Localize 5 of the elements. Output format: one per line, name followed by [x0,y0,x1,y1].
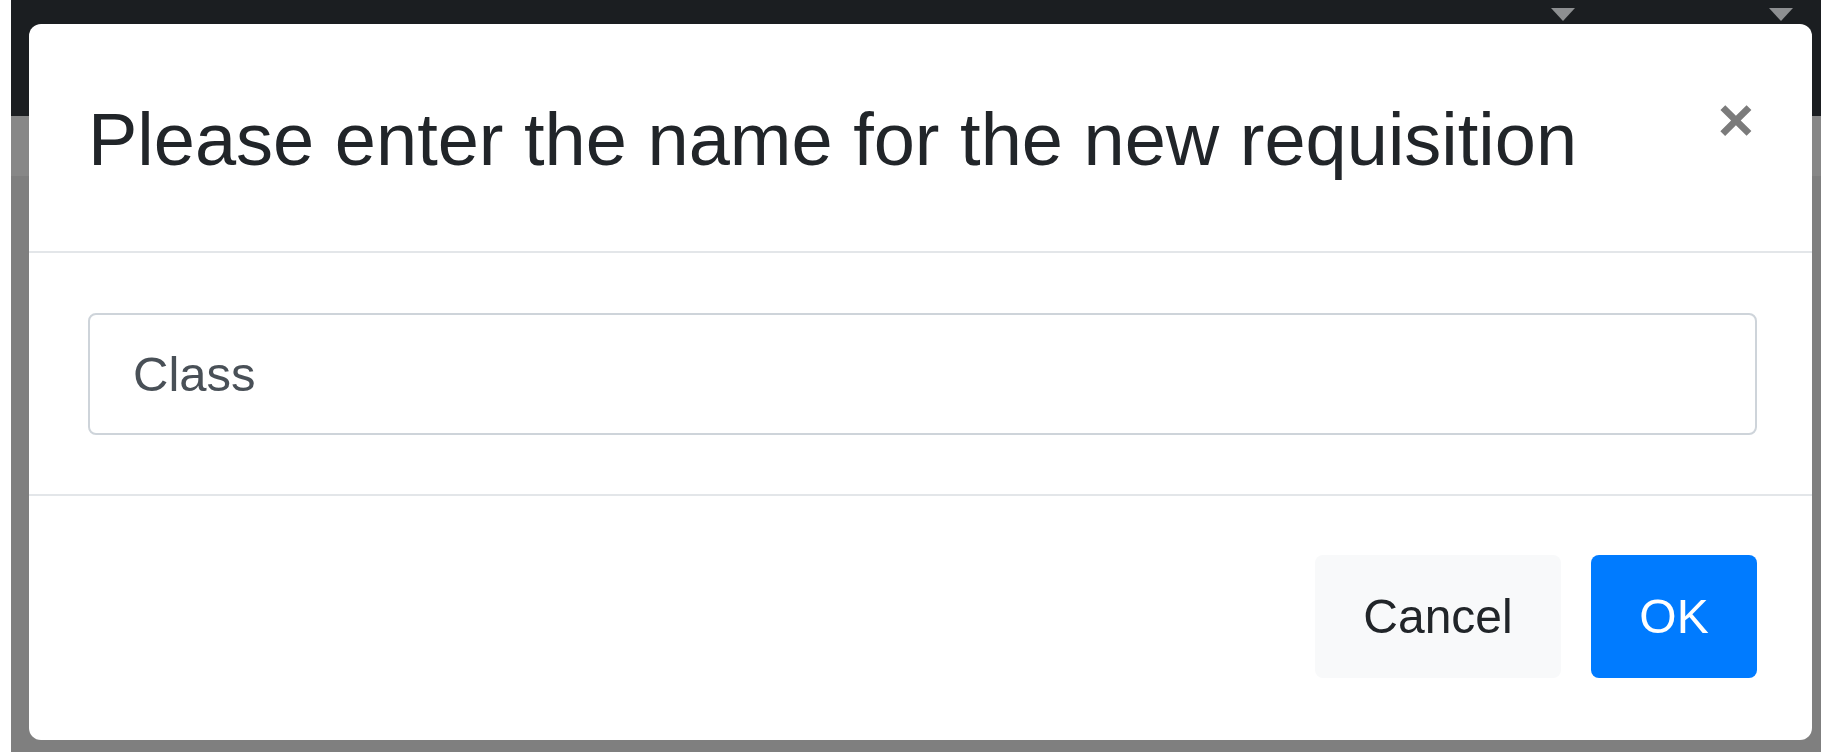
name-field[interactable]: Class [88,313,1757,435]
ok-button[interactable]: OK [1591,555,1757,678]
close-button[interactable]: × [1717,89,1754,151]
dialog-title: Please enter the name for the new requisition [88,97,1578,183]
cancel-button[interactable]: Cancel [1315,555,1561,678]
